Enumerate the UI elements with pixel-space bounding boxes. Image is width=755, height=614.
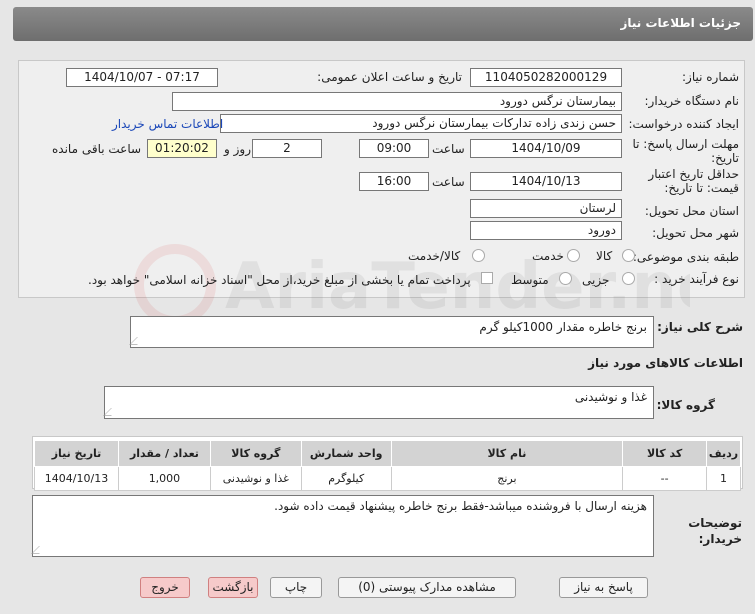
- buyer-notes-textarea[interactable]: هزینه ارسال با فروشنده میباشد-فقط برنج خ…: [31, 495, 654, 557]
- exit-button[interactable]: خروج: [140, 577, 190, 598]
- back-button[interactable]: بازگشت: [208, 577, 258, 598]
- buyer-notes-label-2: خریدار:: [698, 532, 742, 546]
- deadline-date-field: 1404/10/09: [470, 139, 622, 158]
- category-radio-service[interactable]: [567, 249, 580, 262]
- description-text: برنج خاطره مقدار 1000کیلو گرم: [479, 320, 647, 334]
- items-table: ردیف کد کالا نام کالا واحد شمارش گروه کا…: [33, 440, 741, 491]
- col-row: ردیف: [706, 440, 741, 467]
- category-option-goods-service: کالا/خدمت: [408, 249, 461, 263]
- process-radio-medium[interactable]: [559, 272, 572, 285]
- validity-time-label: ساعت: [432, 175, 465, 189]
- deadline-time-label: ساعت: [432, 142, 465, 156]
- category-option-service: خدمت: [532, 249, 564, 263]
- validity-label: حداقل تاریخ اعتبار: [648, 167, 739, 181]
- buyer-field: بیمارستان نرگس دورود: [172, 92, 622, 111]
- col-need-date: تاریخ نیاز: [33, 440, 120, 467]
- cell-name: برنج: [390, 466, 624, 491]
- attachments-button[interactable]: مشاهده مدارک پیوستی (0): [338, 577, 516, 598]
- cell-unit: کیلوگرم: [300, 466, 392, 491]
- process-label: نوع فرآیند خرید :: [654, 272, 739, 286]
- contact-buyer-link[interactable]: اطلاعات تماس خریدار: [112, 117, 223, 131]
- creator-field: حسن زندی زاده تدارکات بیمارستان نرگس دور…: [220, 114, 622, 133]
- description-textarea[interactable]: برنج خاطره مقدار 1000کیلو گرم: [129, 316, 654, 348]
- days-field: 2: [252, 139, 322, 158]
- validity-label-2: قیمت: تا تاریخ:: [664, 181, 739, 195]
- table-row[interactable]: 1 -- برنج کیلوگرم غذا و نوشیدنی 1,000 14…: [33, 466, 741, 491]
- deadline-label-2: تاریخ:: [711, 151, 739, 165]
- creator-label: ایجاد کننده درخواست:: [628, 117, 739, 131]
- validity-date-field: 1404/10/13: [470, 172, 622, 191]
- buyer-notes-text: هزینه ارسال با فروشنده میباشد-فقط برنج خ…: [274, 499, 647, 513]
- category-option-goods: کالا: [596, 249, 613, 263]
- goods-group-label: گروه کالا:: [656, 398, 715, 412]
- description-label: شرح کلی نیاز:: [657, 320, 743, 334]
- goods-info-title: اطلاعات کالاهای مورد نیاز: [588, 356, 743, 370]
- treasury-note: پرداخت تمام یا بخشی از مبلغ خرید،از محل …: [88, 273, 471, 287]
- process-option-minor: جزیی: [582, 273, 610, 287]
- goods-group-textarea[interactable]: غذا و نوشیدنی: [103, 386, 654, 419]
- cell-quantity: 1,000: [118, 466, 211, 491]
- resize-grip-icon[interactable]: [103, 408, 119, 416]
- city-field: دورود: [470, 221, 622, 240]
- col-name: نام کالا: [390, 440, 624, 467]
- goods-group-text: غذا و نوشیدنی: [574, 390, 647, 404]
- process-radio-minor[interactable]: [622, 272, 635, 285]
- cell-need-date: 1404/10/13: [33, 466, 120, 491]
- deadline-time-field: 09:00: [359, 139, 429, 158]
- buyer-notes-label: توضیحات: [688, 516, 742, 530]
- cell-row: 1: [706, 466, 741, 491]
- province-label: استان محل تحویل:: [644, 204, 739, 218]
- cell-group: غذا و نوشیدنی: [209, 466, 302, 491]
- validity-time-field: 16:00: [359, 172, 429, 191]
- days-label: روز و: [224, 142, 251, 156]
- page-title: جزئیات اطلاعات نیاز: [620, 16, 741, 30]
- category-radio-goods-service[interactable]: [472, 249, 485, 262]
- table-header-row: ردیف کد کالا نام کالا واحد شمارش گروه کا…: [33, 440, 741, 467]
- category-label: طبقه بندی موضوعی:: [632, 250, 739, 264]
- announce-datetime: 1404/10/07 - 07:17: [66, 68, 218, 87]
- page-header: جزئیات اطلاعات نیاز: [13, 7, 753, 41]
- need-number-label: شماره نیاز:: [682, 70, 739, 84]
- remaining-label: ساعت باقی مانده: [52, 142, 142, 156]
- announce-label: تاریخ و ساعت اعلان عمومی:: [317, 70, 462, 84]
- category-radio-goods[interactable]: [622, 249, 635, 262]
- province-field: لرستان: [470, 199, 622, 218]
- need-number-field: 1104050282000129: [470, 68, 622, 87]
- buyer-label: نام دستگاه خریدار:: [644, 94, 740, 108]
- col-unit: واحد شمارش: [300, 440, 392, 467]
- resize-grip-icon[interactable]: [129, 337, 145, 345]
- treasury-checkbox[interactable]: [481, 272, 493, 284]
- deadline-label: مهلت ارسال پاسخ: تا: [632, 137, 739, 151]
- resize-grip-icon[interactable]: [31, 546, 47, 554]
- reply-button[interactable]: پاسخ به نیاز: [559, 577, 648, 598]
- cell-code: --: [622, 466, 708, 491]
- col-code: کد کالا: [622, 440, 708, 467]
- remaining-timer: 01:20:02: [147, 139, 217, 158]
- col-group: گروه کالا: [209, 440, 302, 467]
- print-button[interactable]: چاپ: [270, 577, 322, 598]
- city-label: شهر محل تحویل:: [652, 226, 739, 240]
- col-quantity: تعداد / مقدار: [118, 440, 211, 467]
- process-option-medium: متوسط: [511, 273, 549, 287]
